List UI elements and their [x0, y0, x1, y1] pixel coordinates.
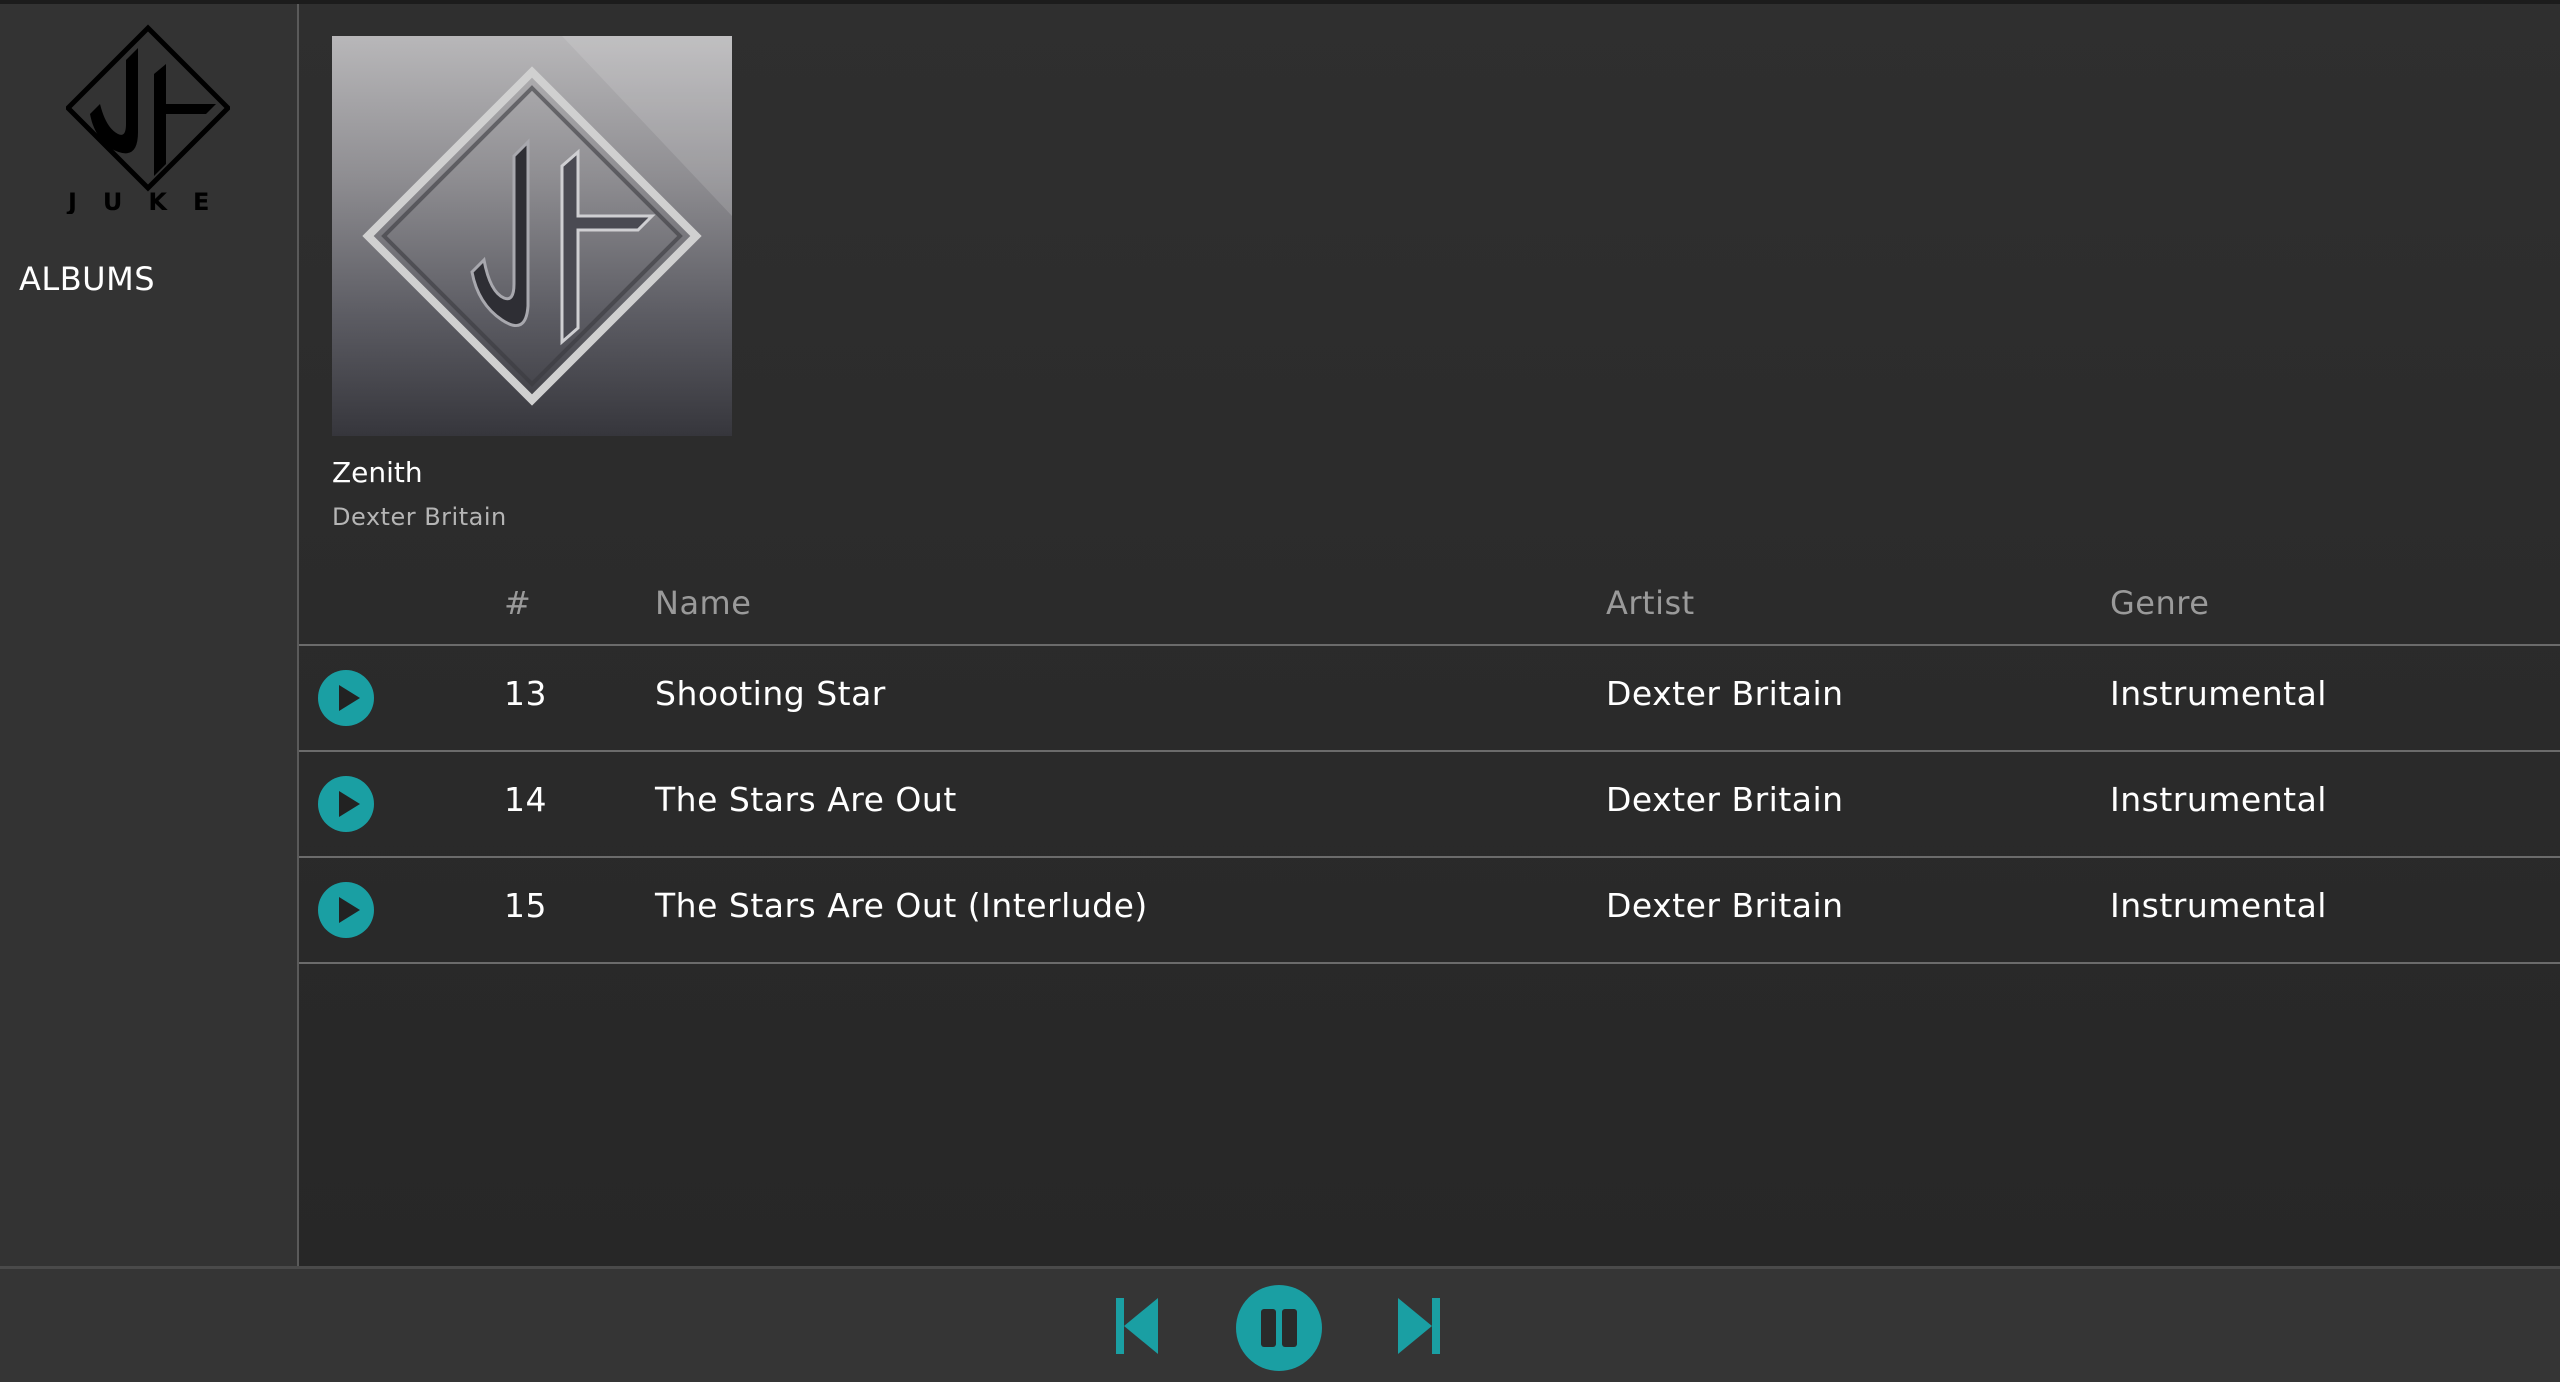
track-genre: Instrumental — [2110, 780, 2327, 819]
table-row[interactable]: 14 The Stars Are Out Dexter Britain Inst… — [299, 752, 2560, 858]
album-card[interactable]: Zenith Dexter Britain — [332, 36, 732, 531]
pause-icon — [1236, 1285, 1322, 1371]
column-header-genre[interactable]: Genre — [2110, 584, 2209, 622]
play-icon — [318, 882, 374, 938]
play-icon — [318, 670, 374, 726]
column-header-artist[interactable]: Artist — [1606, 584, 1695, 622]
album-cover-icon — [362, 36, 732, 406]
track-name: Shooting Star — [655, 674, 886, 713]
track-artist: Dexter Britain — [1606, 674, 1844, 713]
play-icon — [318, 776, 374, 832]
table-row[interactable]: 13 Shooting Star Dexter Britain Instrume… — [299, 646, 2560, 752]
play-track-button[interactable] — [318, 670, 374, 726]
track-number: 15 — [504, 886, 547, 925]
column-header-number[interactable]: # — [504, 584, 531, 622]
track-name: The Stars Are Out — [655, 780, 957, 819]
album-artist[interactable]: Dexter Britain — [332, 503, 732, 531]
track-genre: Instrumental — [2110, 886, 2327, 925]
player-bar — [0, 1266, 2560, 1382]
play-track-button[interactable] — [318, 882, 374, 938]
tracks-table: # Name Artist Genre 13 Shooting Star Dex… — [299, 570, 2560, 964]
track-artist: Dexter Britain — [1606, 886, 1844, 925]
column-header-name[interactable]: Name — [655, 584, 751, 622]
album-title[interactable]: Zenith — [332, 456, 732, 489]
juke-app: JUKE ALBUMS Zenith Dexter Britain # Name… — [0, 0, 2560, 1382]
track-number: 13 — [504, 674, 547, 713]
track-name: The Stars Are Out (Interlude) — [655, 886, 1148, 925]
table-header: # Name Artist Genre — [299, 570, 2560, 646]
previous-icon — [1116, 1298, 1158, 1354]
juke-logo-icon: JUKE — [64, 24, 232, 216]
play-track-button[interactable] — [318, 776, 374, 832]
previous-track-button[interactable] — [1114, 1296, 1160, 1356]
pause-button[interactable] — [1236, 1285, 1322, 1371]
track-number: 14 — [504, 780, 547, 819]
track-genre: Instrumental — [2110, 674, 2327, 713]
svg-text:JUKE: JUKE — [66, 188, 230, 214]
sidebar-item-albums[interactable]: ALBUMS — [19, 260, 155, 298]
sidebar: JUKE ALBUMS — [0, 4, 299, 1266]
next-icon — [1398, 1298, 1440, 1354]
table-row[interactable]: 15 The Stars Are Out (Interlude) Dexter … — [299, 858, 2560, 964]
track-artist: Dexter Britain — [1606, 780, 1844, 819]
juke-logo[interactable]: JUKE — [64, 24, 232, 216]
album-cover-art[interactable] — [332, 36, 732, 436]
next-track-button[interactable] — [1396, 1296, 1442, 1356]
